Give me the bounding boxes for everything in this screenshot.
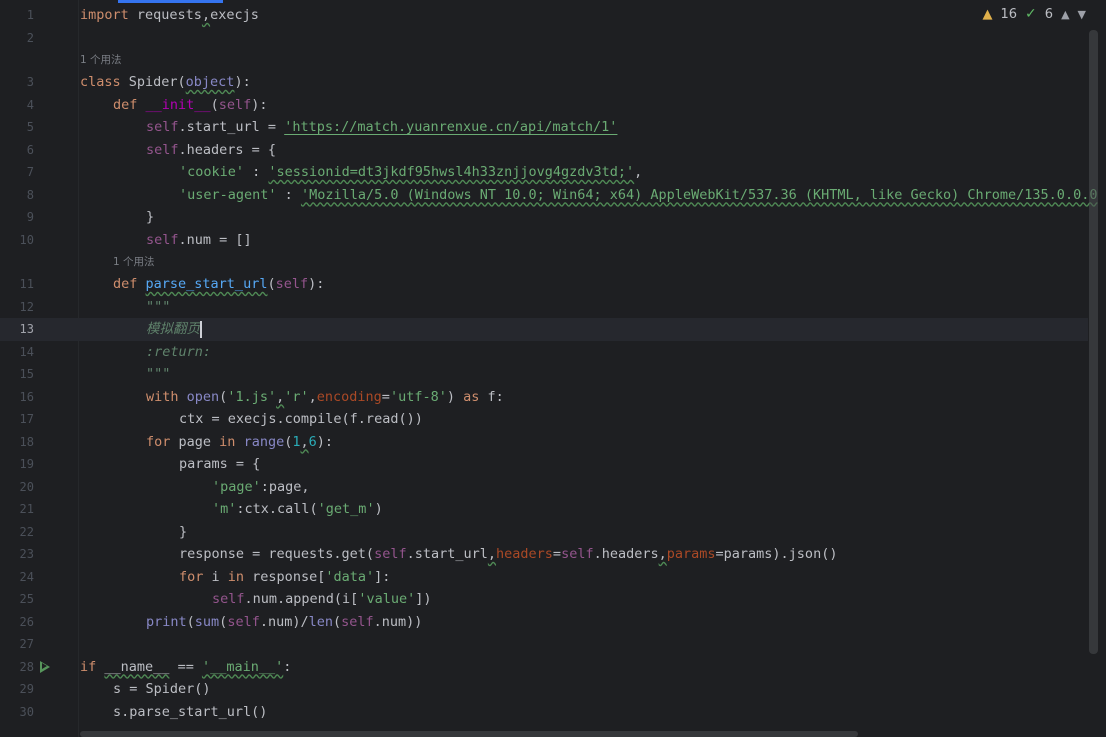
line-number: 15 xyxy=(19,367,34,381)
code-text: """ xyxy=(146,298,171,315)
code-line[interactable]: 1 import requests,execjs xyxy=(0,4,1088,27)
code-line[interactable]: 19 params = { xyxy=(0,453,1088,476)
code-text: import requests,execjs xyxy=(80,7,259,23)
line-number: 14 xyxy=(19,344,34,359)
run-icon[interactable] xyxy=(40,660,50,673)
line-number: 3 xyxy=(26,75,34,89)
usage-hint[interactable]: 1 个用法 xyxy=(113,254,155,270)
code-line[interactable]: 15 """ xyxy=(0,363,1088,386)
code-line[interactable]: 27 xyxy=(0,633,1088,656)
code-text: print(sum(self.num)/len(self.num)) xyxy=(146,613,423,630)
code-text: self.start_url = 'https://match.yuanrenx… xyxy=(146,119,618,135)
code-line[interactable]: 20 'page':page, xyxy=(0,476,1088,499)
code-line[interactable]: 30 s.parse_start_url() xyxy=(0,701,1088,724)
code-line[interactable]: 11 def parse_start_url(self): xyxy=(0,273,1088,296)
line-number: 11 xyxy=(19,277,34,291)
code-line[interactable]: 4 def __init__(self): xyxy=(0,94,1088,117)
code-line[interactable]: 5 self.start_url = 'https://match.yuanre… xyxy=(0,116,1088,139)
code-line[interactable]: 29 s = Spider() xyxy=(0,678,1088,701)
code-line[interactable]: 10 self.num = [] xyxy=(0,229,1088,252)
code-line[interactable]: 12 """ xyxy=(0,296,1088,319)
usage-hint[interactable]: 1 个用法 xyxy=(80,52,122,68)
code-text: def __init__(self): xyxy=(113,96,268,113)
code-text: for page in range(1,6): xyxy=(146,433,334,450)
code-line[interactable]: 14 :return: xyxy=(0,341,1088,364)
line-number: 25 xyxy=(19,592,34,606)
code-text: self.num = [] xyxy=(146,231,252,248)
code-line[interactable]: 25 self.num.append(i['value']) xyxy=(0,588,1088,611)
code-text: } xyxy=(146,209,155,225)
horizontal-scrollbar[interactable] xyxy=(80,731,858,737)
code-text: def parse_start_url(self): xyxy=(113,276,325,292)
line-number: 2 xyxy=(26,31,34,45)
code-text: s = Spider() xyxy=(113,681,211,697)
code-line[interactable]: 18 for page in range(1,6): xyxy=(0,431,1088,454)
line-number: 19 xyxy=(19,457,34,471)
code-line[interactable]: 22 } xyxy=(0,521,1088,544)
line-number: 18 xyxy=(19,434,34,449)
code-text: if __name__ == '__main__': xyxy=(80,658,292,675)
code-line[interactable]: 2 xyxy=(0,27,1088,50)
text-cursor xyxy=(200,320,202,338)
code-text: s.parse_start_url() xyxy=(113,703,268,720)
line-number: 10 xyxy=(19,232,34,247)
line-number: 21 xyxy=(19,502,34,516)
code-text: for i in response['data']: xyxy=(179,568,391,585)
code-text: self.num.append(i['value']) xyxy=(212,591,432,607)
code-line[interactable]: 17 ctx = execjs.compile(f.read()) xyxy=(0,408,1088,431)
active-tab-indicator xyxy=(118,0,223,3)
line-number: 29 xyxy=(19,682,34,696)
code-text: response = requests.get(self.start_url,h… xyxy=(179,546,838,562)
vertical-scrollbar[interactable] xyxy=(1089,30,1098,654)
code-text: :return: xyxy=(146,343,212,360)
code-line[interactable]: 9 } xyxy=(0,206,1088,229)
line-number: 5 xyxy=(26,120,34,134)
line-number: 12 xyxy=(19,299,34,314)
line-number: 20 xyxy=(19,479,34,494)
code-line[interactable]: 23 response = requests.get(self.start_ur… xyxy=(0,543,1088,566)
code-text: self.headers = { xyxy=(146,141,277,158)
code-text: ctx = execjs.compile(f.read()) xyxy=(179,411,423,427)
code-text: params = { xyxy=(179,456,261,472)
line-number: 16 xyxy=(19,389,34,404)
code-text: 'user-agent' : 'Mozilla/5.0 (Windows NT … xyxy=(179,186,1098,203)
code-line[interactable]: 6 self.headers = { xyxy=(0,139,1088,162)
line-number: 8 xyxy=(26,187,34,202)
code-line-active[interactable]: 13 模拟翻页 xyxy=(0,318,1088,341)
line-number: 26 xyxy=(19,614,34,629)
code-text: 'page':page, xyxy=(212,478,310,495)
code-line[interactable]: 26 print(sum(self.num)/len(self.num)) xyxy=(0,611,1088,634)
code-text: } xyxy=(179,523,188,540)
code-text: 'm':ctx.call('get_m') xyxy=(212,501,383,517)
line-number: 28 xyxy=(19,659,34,674)
code-line[interactable]: 8 'user-agent' : 'Mozilla/5.0 (Windows N… xyxy=(0,184,1098,207)
code-line[interactable]: 3 class Spider(object): xyxy=(0,71,1088,94)
line-number: 27 xyxy=(19,637,34,651)
code-text: 'cookie' : 'sessionid=dt3jkdf95hwsl4h33z… xyxy=(179,164,643,180)
code-line[interactable]: 24 for i in response['data']: xyxy=(0,566,1088,589)
code-text: class Spider(object): xyxy=(80,74,251,90)
line-number: 1 xyxy=(26,8,34,22)
line-number: 6 xyxy=(26,142,34,157)
line-number: 4 xyxy=(26,97,34,112)
line-number: 22 xyxy=(19,524,34,539)
line-number: 24 xyxy=(19,569,34,584)
code-line[interactable]: 16 with open('1.js','r',encoding='utf-8'… xyxy=(0,386,1088,409)
code-line[interactable]: 28 if __name__ == '__main__': xyxy=(0,656,1088,679)
line-number: 30 xyxy=(19,704,34,719)
code-line[interactable]: 21 'm':ctx.call('get_m') xyxy=(0,498,1088,521)
line-number: 9 xyxy=(26,210,34,224)
line-number: 7 xyxy=(26,165,34,179)
code-line[interactable]: 7 'cookie' : 'sessionid=dt3jkdf95hwsl4h3… xyxy=(0,161,1088,184)
code-text: 模拟翻页 xyxy=(146,320,202,338)
line-number: 17 xyxy=(19,412,34,426)
line-number: 23 xyxy=(19,547,34,561)
line-number: 13 xyxy=(19,322,34,336)
code-text: with open('1.js','r',encoding='utf-8') a… xyxy=(146,388,504,405)
code-text: """ xyxy=(146,366,171,382)
